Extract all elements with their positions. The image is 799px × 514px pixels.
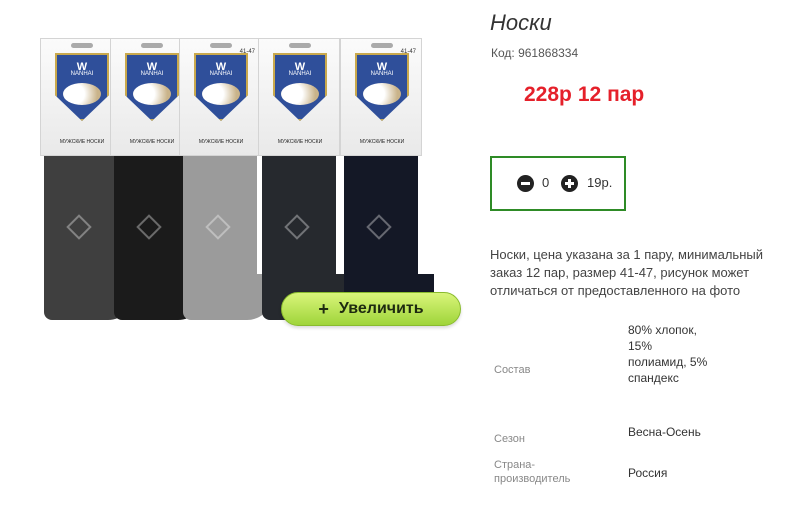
spec-value: Весна-Осень: [628, 425, 701, 439]
quantity-value[interactable]: 0: [542, 175, 549, 190]
package-label: 41-47 W NANHAI МУЖСКИЕ НОСКИ: [179, 38, 261, 156]
spec-label: Сезон: [494, 433, 525, 445]
brand-name: NANHAI: [209, 71, 233, 77]
unit-price: 19р.: [587, 175, 613, 190]
brand-name: NANHAI: [370, 71, 394, 77]
zoom-label: Увеличить: [338, 300, 424, 317]
brand-name: NANHAI: [288, 71, 312, 77]
cotton-icon: [202, 83, 240, 105]
sock-package: W NANHAI МУЖСКИЕ НОСКИ: [258, 38, 352, 320]
product-image[interactable]: W NANHAI МУЖСКИЕ НОСКИ W NANHAI МУЖСКИЕ …: [22, 30, 462, 330]
spec-label: Страна-производитель: [494, 459, 571, 485]
cotton-icon: [281, 83, 319, 105]
sock-package: 41-47 W NANHAI МУЖСКИЕ НОСКИ: [340, 38, 434, 320]
quantity-stepper: 0 19р.: [490, 156, 626, 211]
product-title: Носки: [490, 10, 552, 35]
spec-value: Россия: [628, 466, 668, 480]
plus-icon: +: [318, 298, 329, 319]
price-line: 228р 12 пар: [524, 83, 644, 107]
package-caption: МУЖСКИЕ НОСКИ: [359, 139, 405, 145]
pack-size: 12 пар: [577, 83, 645, 106]
sock-package: 41-47 W NANHAI МУЖСКИЕ НОСКИ: [179, 38, 273, 320]
brand-name: NANHAI: [140, 71, 164, 77]
package-caption: МУЖСКИЕ НОСКИ: [277, 139, 323, 145]
cotton-icon: [363, 83, 401, 105]
plus-circle-icon[interactable]: [561, 175, 578, 192]
package-label: W NANHAI МУЖСКИЕ НОСКИ: [258, 38, 340, 156]
minus-icon[interactable]: [517, 175, 534, 192]
brand-name: NANHAI: [70, 71, 94, 77]
product-code: Код: 961868334: [491, 46, 579, 60]
spec-label: Состав: [494, 364, 531, 376]
package-caption: МУЖСКИЕ НОСКИ: [198, 139, 244, 145]
spec-value: 80% хлопок, 15% полиамид, 5% спандекс: [628, 323, 708, 385]
price: 228р: [524, 83, 572, 106]
product-description: Носки, цена указана за 1 пару, минимальн…: [490, 247, 763, 298]
package-label: 41-47 W NANHAI МУЖСКИЕ НОСКИ: [340, 38, 422, 156]
zoom-button[interactable]: + Увеличить: [281, 292, 461, 326]
cotton-icon: [63, 83, 101, 105]
cotton-icon: [133, 83, 171, 105]
